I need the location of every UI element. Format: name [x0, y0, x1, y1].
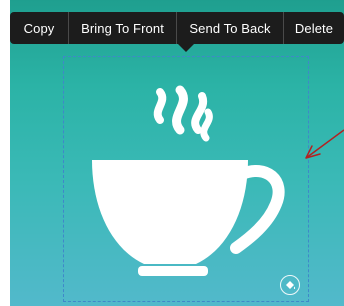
fill-color-badge[interactable]	[280, 275, 300, 295]
coffee-cup-icon[interactable]	[80, 78, 290, 288]
copy-button[interactable]: Copy	[10, 12, 68, 44]
delete-button[interactable]: Delete	[284, 12, 344, 44]
red-arrow-icon	[305, 129, 344, 159]
paint-bucket-icon	[286, 281, 296, 289]
bring-to-front-button[interactable]: Bring To Front	[69, 12, 176, 44]
design-editor-screen: Copy Bring To Front Send To Back Delete	[0, 0, 344, 306]
context-menu: Copy Bring To Front Send To Back Delete	[10, 12, 344, 44]
menu-pointer-caret	[178, 44, 194, 52]
send-to-back-button[interactable]: Send To Back	[177, 12, 283, 44]
